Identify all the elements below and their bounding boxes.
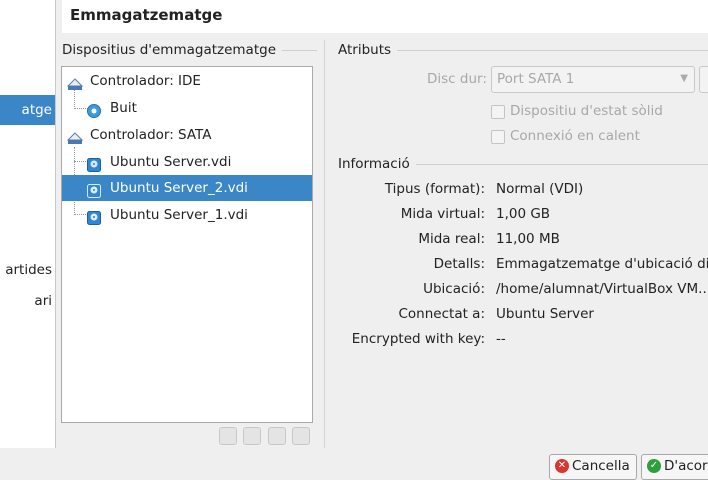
hard-disk-port-value: Port SATA 1 [497, 71, 575, 87]
tree-item-empty-optical[interactable]: Buit [62, 95, 312, 121]
choose-disk-button[interactable] [699, 66, 708, 93]
tree-item-disk[interactable]: Ubuntu Server.vdi [62, 149, 312, 175]
add-controller-icon[interactable] [268, 427, 286, 445]
info-key: Encrypted with key: [351, 331, 485, 347]
info-key: Mida virtual: [400, 206, 485, 222]
hotplug-checkbox[interactable] [491, 130, 505, 144]
nav-item-label: artides [5, 262, 52, 278]
cancel-icon: ✕ [555, 459, 569, 473]
add-attachment-icon[interactable] [219, 427, 237, 445]
storage-devices-title: Dispositius d'emmagatzematge [62, 42, 282, 58]
chevron-down-icon: ▼ [680, 73, 688, 84]
information-title: Informació [338, 156, 416, 172]
ssd-label: Dispositiu d'estat sòlid [510, 103, 663, 119]
info-key: Ubicació: [423, 281, 485, 297]
page-header: Emmagatzematge [62, 0, 708, 33]
panel-splitter[interactable] [324, 40, 325, 448]
info-value: /home/alumnat/VirtualBox VM... [496, 281, 708, 297]
info-key: Tipus (format): [384, 181, 485, 197]
hard-disk-icon [87, 208, 101, 225]
tree-item-label: Ubuntu Server_1.vdi [110, 207, 248, 223]
checkmark-icon: ✓ [647, 459, 661, 473]
info-value: Emmagatzematge d'ubicació di... [496, 256, 708, 272]
nav-item-user-interface[interactable]: ari [0, 286, 55, 316]
storage-tree[interactable]: Controlador: IDE Buit Controlador: SATA … [61, 66, 313, 423]
nav-item-shared-folders[interactable]: artides [0, 255, 55, 285]
settings-nav: atge artides ari [0, 0, 56, 448]
tree-item-label: Ubuntu Server_2.vdi [110, 180, 248, 196]
cancel-button[interactable]: ✕ Cancella [549, 454, 637, 480]
info-key: Detalls: [433, 256, 485, 272]
info-value: -- [496, 331, 506, 347]
hard-disk-icon [87, 155, 101, 172]
tree-item-label: Controlador: IDE [90, 73, 201, 89]
tree-item-label: Controlador: SATA [90, 127, 212, 143]
cancel-button-label: Cancella [572, 458, 630, 474]
remove-attachment-icon[interactable] [243, 427, 261, 445]
tree-item-label: Buit [110, 100, 137, 116]
tree-item-ide-controller[interactable]: Controlador: IDE [62, 68, 312, 94]
sata-controller-icon [66, 128, 84, 144]
ok-button-label: D'acord [664, 458, 708, 474]
info-key: Mida real: [418, 231, 485, 247]
ide-controller-icon [66, 74, 84, 90]
optical-disc-icon [87, 101, 101, 118]
info-value: 11,00 MB [496, 231, 560, 247]
tree-item-label: Ubuntu Server.vdi [110, 154, 232, 170]
attributes-title: Atributs [338, 42, 398, 58]
ok-button[interactable]: ✓ D'acord [641, 454, 708, 480]
remove-controller-icon[interactable] [292, 427, 310, 445]
info-value: Ubuntu Server [496, 306, 594, 322]
hard-disk-label: Disc dur: [427, 71, 487, 87]
page-title: Emmagatzematge [70, 6, 223, 24]
hard-disk-port-select[interactable]: Port SATA 1 ▼ [491, 66, 695, 93]
info-key: Connectat a: [398, 306, 486, 322]
tree-item-sata-controller[interactable]: Controlador: SATA [62, 122, 312, 148]
nav-item-label: atge [21, 102, 52, 118]
nav-item-storage[interactable]: atge [0, 95, 55, 125]
ssd-checkbox[interactable] [491, 105, 505, 119]
info-value: Normal (VDI) [496, 181, 584, 197]
hard-disk-icon [87, 181, 101, 198]
info-value: 1,00 GB [496, 206, 551, 222]
hotplug-label: Connexió en calent [510, 128, 640, 144]
tree-item-disk[interactable]: Ubuntu Server_1.vdi [62, 202, 312, 228]
tree-item-disk-selected[interactable]: Ubuntu Server_2.vdi [62, 175, 312, 201]
nav-item-label: ari [34, 293, 52, 309]
